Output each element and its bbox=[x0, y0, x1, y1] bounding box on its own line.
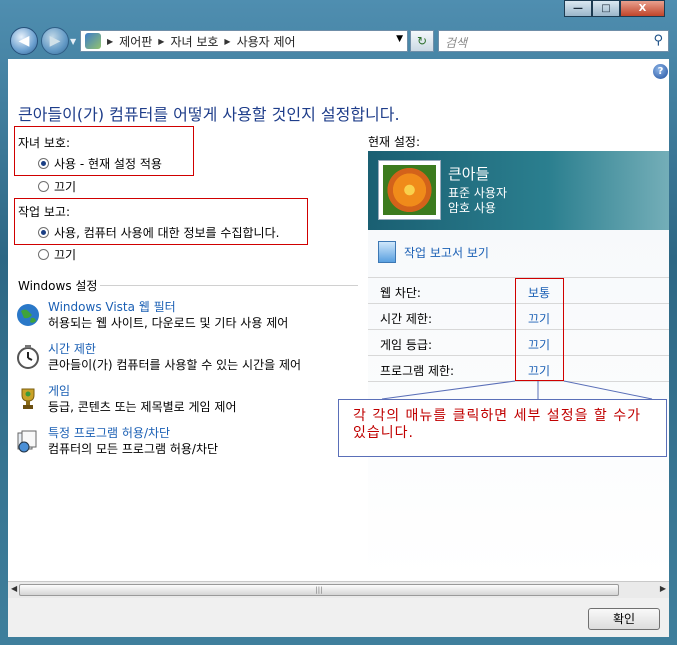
navigation-bar: ◀ ▶ ▼ ▶ 제어판 ▶ 자녀 보호 ▶ 사용자 제어 ▼ ↻ 검색 ⚲ bbox=[8, 25, 669, 59]
back-button[interactable]: ◀ bbox=[10, 27, 38, 55]
search-icon[interactable]: ⚲ bbox=[653, 33, 663, 48]
refresh-button[interactable]: ↻ bbox=[410, 30, 434, 52]
scroll-left-icon[interactable]: ◀ bbox=[11, 584, 17, 593]
search-placeholder: 검색 bbox=[445, 36, 468, 50]
horizontal-scrollbar[interactable]: ◀ ||| ▶ bbox=[8, 581, 669, 598]
chevron-right-icon: ▶ bbox=[224, 36, 231, 46]
address-bar[interactable]: ▶ 제어판 ▶ 자녀 보호 ▶ 사용자 제어 ▼ bbox=[80, 30, 408, 52]
window-controls: — □ X bbox=[564, 0, 665, 17]
annotation-callout: 각 각의 매뉴를 클릭하면 세부 설정을 할 수가 있습니다. bbox=[338, 399, 667, 457]
breadcrumb-user-controls[interactable]: 사용자 제어 bbox=[237, 33, 296, 50]
control-panel-icon bbox=[85, 33, 101, 49]
recent-pages-dropdown[interactable]: ▼ bbox=[70, 37, 76, 46]
close-button[interactable]: X bbox=[620, 0, 665, 17]
search-input[interactable]: 검색 ⚲ bbox=[438, 30, 669, 52]
maximize-button[interactable]: □ bbox=[592, 0, 620, 17]
forward-button[interactable]: ▶ bbox=[41, 27, 69, 55]
minimize-button[interactable]: — bbox=[564, 0, 592, 17]
breadcrumb-control-panel[interactable]: 제어판 bbox=[119, 33, 152, 50]
dialog-footer: 확인 bbox=[8, 598, 669, 637]
content-area: ? 큰아들이(가) 컴퓨터를 어떻게 사용할 것인지 설정합니다. 자녀 보호:… bbox=[8, 59, 669, 581]
breadcrumb-parental-controls[interactable]: 자녀 보호 bbox=[170, 33, 218, 50]
callout-lines bbox=[381, 380, 653, 400]
address-dropdown-icon[interactable]: ▼ bbox=[396, 34, 403, 44]
window-frame: — □ X ◀ ▶ ▼ ▶ 제어판 ▶ 자녀 보호 ▶ 사용자 제어 ▼ ↻ 검… bbox=[0, 0, 677, 645]
scroll-right-icon[interactable]: ▶ bbox=[660, 584, 666, 593]
chevron-right-icon: ▶ bbox=[107, 36, 114, 46]
ok-button[interactable]: 확인 bbox=[588, 608, 660, 630]
scrollbar-thumb[interactable]: ||| bbox=[19, 584, 619, 596]
chevron-right-icon: ▶ bbox=[158, 36, 165, 46]
